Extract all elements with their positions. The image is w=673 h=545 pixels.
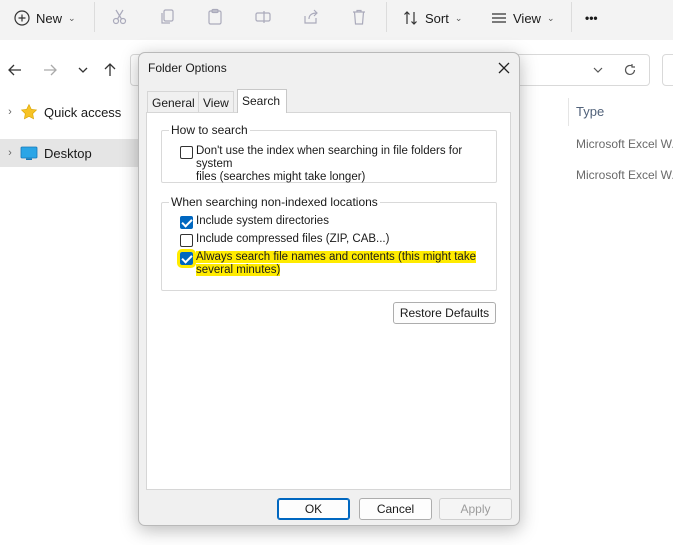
close-icon[interactable] — [495, 59, 513, 77]
chevron-down-icon[interactable] — [591, 63, 605, 77]
search-input[interactable] — [662, 54, 673, 86]
option-label: Include system directories — [196, 215, 329, 227]
option-label-line2: files (searches might take longer) — [196, 171, 366, 183]
include-system-directories-checkbox[interactable] — [180, 216, 193, 229]
toolbar-divider — [386, 2, 387, 32]
forward-arrow-icon[interactable] — [41, 61, 59, 79]
highlight-line2: several minutes) — [196, 264, 281, 276]
toolbar-divider — [571, 2, 572, 32]
option-label-line1: Don't use the index when searching in fi… — [196, 145, 463, 170]
nav-item-label: Desktop — [44, 145, 92, 161]
chevron-down-icon: ⌄ — [454, 12, 463, 23]
chevron-down-icon: ⌄ — [68, 12, 76, 23]
more-options-button[interactable]: ••• — [585, 6, 598, 30]
new-button[interactable]: New ⌄ — [14, 6, 76, 30]
option-label: Don't use the index when searching in fi… — [196, 145, 496, 184]
option-label: Include compressed files (ZIP, CAB...) — [196, 233, 390, 245]
tab-search[interactable]: Search — [237, 89, 287, 113]
search-tab-panel: How to search Don't use the index when s… — [146, 112, 511, 490]
chevron-right-icon[interactable]: › — [0, 147, 20, 159]
sort-button[interactable]: Sort ⌄ — [403, 6, 462, 30]
refresh-icon[interactable] — [623, 63, 637, 77]
up-arrow-icon[interactable] — [101, 61, 119, 79]
copy-icon[interactable] — [159, 8, 177, 26]
column-divider[interactable] — [568, 98, 569, 126]
dialog-title: Folder Options — [148, 61, 227, 75]
restore-defaults-button[interactable]: Restore Defaults — [393, 302, 496, 324]
cut-icon[interactable] — [111, 8, 129, 26]
nav-item-quick-access[interactable]: › Quick access — [0, 98, 138, 126]
new-button-label: New — [36, 10, 63, 26]
highlight-line1: Always search file names and contents (t… — [196, 251, 476, 263]
sort-button-label: Sort — [425, 10, 449, 26]
view-button[interactable]: View ⌄ — [491, 6, 555, 30]
file-type-cell: Microsoft Excel W... — [576, 137, 673, 151]
group-label: When searching non-indexed locations — [169, 195, 380, 209]
dont-use-index-option[interactable]: Don't use the index when searching in fi… — [180, 145, 496, 184]
delete-icon[interactable] — [350, 8, 368, 26]
column-header-type[interactable]: Type — [576, 104, 604, 119]
share-icon[interactable] — [302, 8, 320, 26]
recent-chevron-icon[interactable] — [74, 61, 92, 79]
option-label: Always search file names and contents (t… — [196, 251, 476, 277]
view-lines-icon — [492, 13, 506, 23]
star-icon — [20, 103, 38, 120]
tab-view[interactable]: View — [198, 91, 234, 112]
nav-item-label: Quick access — [44, 104, 122, 120]
include-compressed-files-option[interactable]: Include compressed files (ZIP, CAB...) — [180, 233, 389, 247]
plus-circle-icon — [14, 10, 30, 26]
desktop-icon — [20, 146, 38, 160]
back-arrow-icon[interactable] — [6, 61, 24, 79]
non-indexed-group: When searching non-indexed locations Inc… — [161, 195, 497, 291]
tab-general[interactable]: General — [147, 91, 200, 112]
include-compressed-files-checkbox[interactable] — [180, 234, 193, 247]
chevron-down-icon: ⌄ — [546, 12, 555, 23]
how-to-search-group: How to search Don't use the index when s… — [161, 123, 497, 184]
include-system-directories-option[interactable]: Include system directories — [180, 215, 329, 229]
dont-use-index-checkbox[interactable] — [180, 146, 193, 159]
apply-button[interactable]: Apply — [439, 498, 512, 520]
always-search-contents-checkbox[interactable] — [177, 249, 196, 268]
rename-icon[interactable] — [254, 8, 272, 26]
ok-button[interactable]: OK — [277, 498, 350, 520]
file-type-cell: Microsoft Excel W... — [576, 168, 673, 182]
group-label: How to search — [169, 123, 250, 137]
paste-icon[interactable] — [206, 8, 224, 26]
toolbar-divider — [94, 2, 95, 32]
folder-options-dialog: Folder Options General View Search How t… — [138, 52, 520, 526]
view-button-label: View — [513, 10, 541, 26]
cancel-button[interactable]: Cancel — [359, 498, 432, 520]
chevron-right-icon[interactable]: › — [0, 106, 20, 118]
sort-icon — [404, 11, 417, 25]
command-bar: New ⌄ Sort ⌄ View ⌄ ••• — [0, 0, 673, 40]
nav-item-desktop[interactable]: › Desktop — [0, 139, 138, 167]
always-search-contents-option[interactable]: Always search file names and contents (t… — [177, 249, 476, 277]
